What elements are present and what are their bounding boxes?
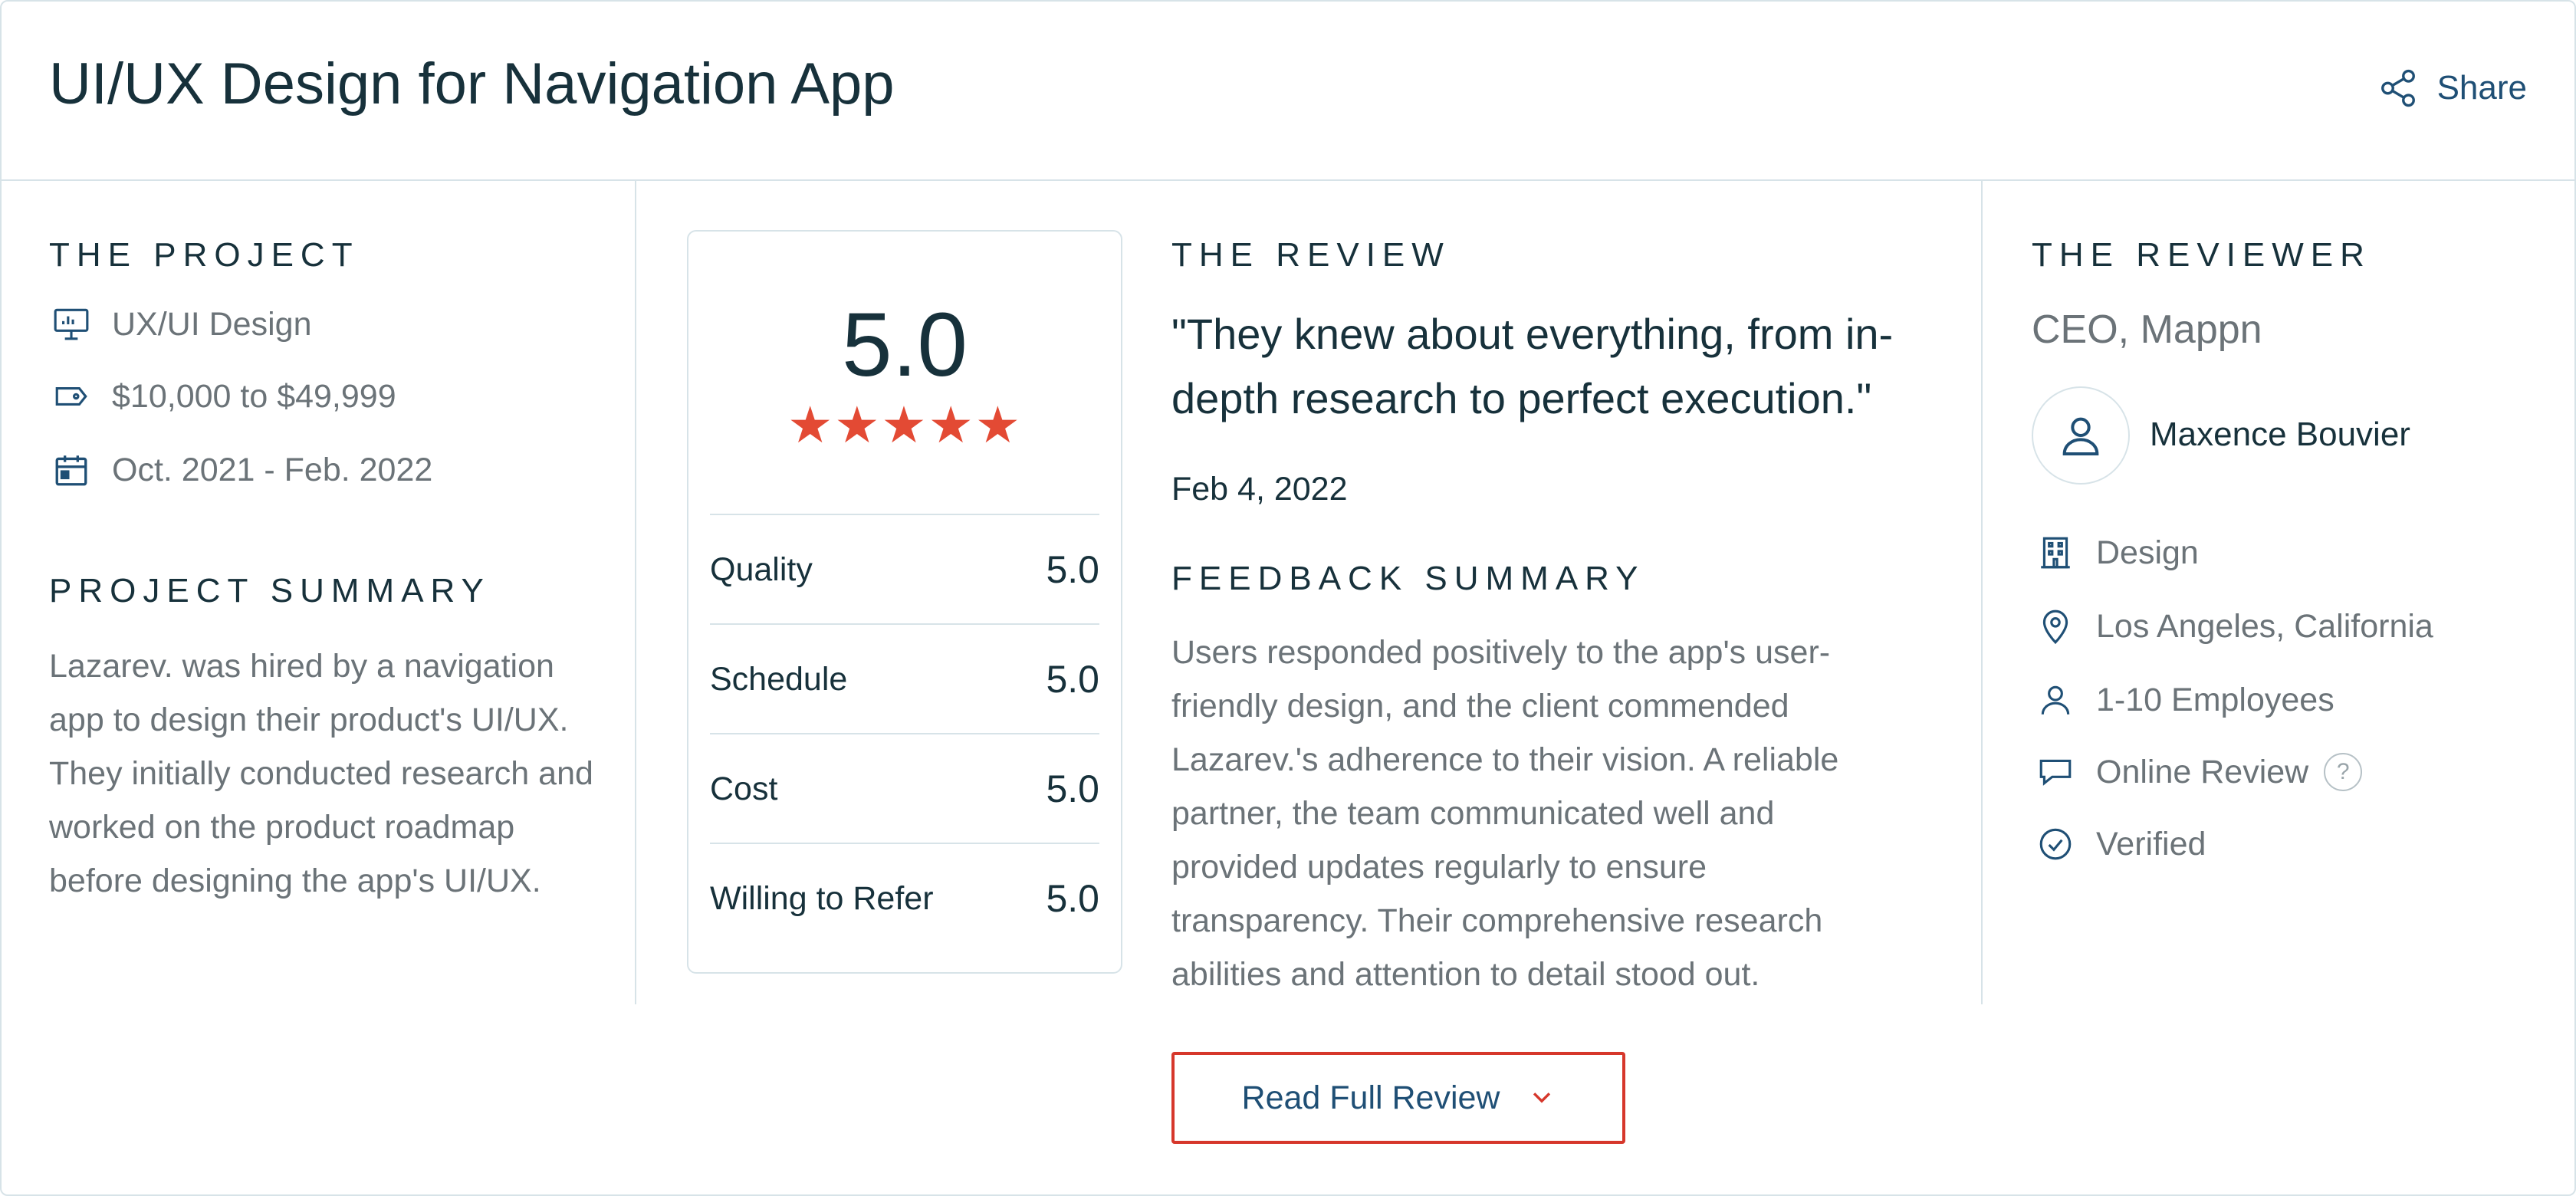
calendar-icon (55, 455, 87, 486)
budget-text: $10,000 to $49,999 (112, 377, 396, 415)
chevron-down-icon (1533, 1092, 1551, 1103)
read-full-review-label: Read Full Review (1241, 1079, 1500, 1116)
reviewer-location: Los Angeles, California (2036, 607, 2433, 646)
rating-box: 5.0 ★★★★★ Quality 5.0 Schedule 5.0 Cost … (687, 230, 1122, 974)
reviewer-review-type: Online Review ? (2036, 753, 2363, 791)
score-row-quality: Quality 5.0 (710, 514, 1099, 624)
presentation-icon (54, 308, 89, 340)
project-heading: THE PROJECT (49, 236, 360, 274)
check-circle-icon (2039, 828, 2072, 860)
column-divider (1981, 179, 1983, 1004)
score-label: Schedule (710, 660, 848, 698)
reviewer-verified: Verified (2036, 825, 2206, 863)
building-icon (2041, 537, 2070, 569)
star-rating: ★★★★★ (787, 396, 1022, 453)
score-value: 5.0 (1046, 658, 1099, 701)
location-pin-icon (2042, 610, 2068, 645)
location-text: Los Angeles, California (2096, 607, 2433, 645)
score-label: Quality (710, 550, 813, 588)
price-tag-icon (55, 387, 87, 406)
share-icon (2380, 69, 2415, 107)
column-divider (635, 179, 636, 1004)
feedback-summary-heading: FEEDBACK SUMMARY (1171, 560, 1645, 597)
speech-bubble-icon (2039, 759, 2072, 786)
project-dates: Oct. 2021 - Feb. 2022 (52, 451, 432, 489)
project-service: UX/UI Design (52, 305, 311, 343)
score-row-schedule: Schedule 5.0 (710, 623, 1099, 734)
reviewer-role: CEO, Mappn (2032, 307, 2262, 352)
score-row-refer: Willing to Refer 5.0 (710, 843, 1099, 953)
person-icon (2041, 685, 2070, 715)
score-value: 5.0 (1046, 877, 1099, 920)
dates-text: Oct. 2021 - Feb. 2022 (112, 451, 433, 488)
review-header: UI/UX Design for Navigation App Share (2, 2, 2574, 181)
reviewer-industry: Design (2036, 534, 2199, 572)
review-type-text: Online Review (2096, 753, 2309, 790)
review-card: UI/UX Design for Navigation App Share TH… (0, 0, 2576, 1196)
review-quote: "They knew about everything, from in-dep… (1171, 310, 1894, 422)
user-icon (2062, 417, 2099, 455)
score-value: 5.0 (1046, 548, 1099, 591)
company-size-text: 1-10 Employees (2096, 681, 2334, 718)
overall-rating: 5.0 (841, 294, 968, 396)
project-summary-text: Lazarev. was hired by a navigation app t… (49, 648, 593, 899)
score-label: Cost (710, 770, 778, 807)
review-heading: THE REVIEW (1171, 236, 1451, 274)
read-full-review-button[interactable]: Read Full Review (1171, 1052, 1625, 1144)
share-button[interactable]: Share (2377, 67, 2527, 109)
verified-text: Verified (2096, 825, 2206, 863)
score-row-cost: Cost 5.0 (710, 733, 1099, 843)
project-budget: $10,000 to $49,999 (52, 377, 396, 416)
project-summary-heading: PROJECT SUMMARY (49, 572, 491, 610)
reviewer-company-size: 1-10 Employees (2036, 681, 2334, 719)
score-value: 5.0 (1046, 767, 1099, 810)
avatar (2032, 386, 2130, 485)
reviewer-heading: THE REVIEWER (2032, 236, 2371, 274)
help-icon[interactable]: ? (2324, 753, 2363, 791)
industry-text: Design (2096, 534, 2199, 571)
review-title: UI/UX Design for Navigation App (49, 51, 895, 117)
score-label: Willing to Refer (710, 879, 934, 917)
share-label: Share (2436, 69, 2527, 107)
review-date: Feb 4, 2022 (1171, 471, 1348, 508)
feedback-summary-text: Users responded positively to the app's … (1171, 634, 1839, 993)
reviewer-name: Maxence Bouvier (2150, 416, 2410, 453)
service-text: UX/UI Design (112, 305, 312, 343)
